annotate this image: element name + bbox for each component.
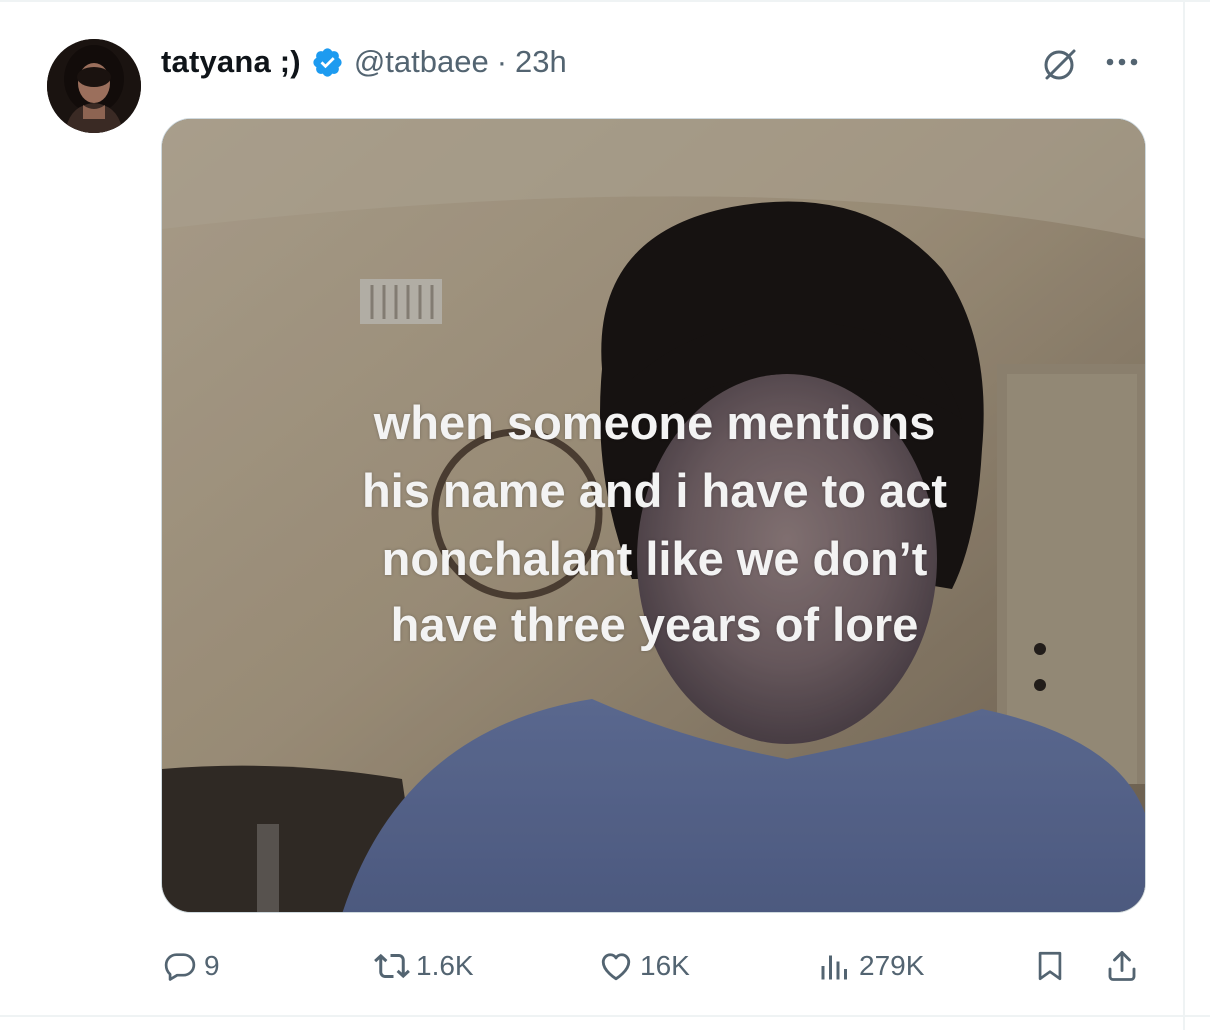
like-button[interactable]: 16K — [596, 942, 690, 990]
grok-icon[interactable] — [1038, 42, 1082, 86]
tweet-media[interactable]: when someone mentions his name and i hav… — [161, 118, 1146, 913]
reply-count: 9 — [204, 950, 220, 981]
like-icon — [596, 946, 636, 986]
divider — [0, 1015, 1210, 1017]
display-name[interactable]: tatyana ;) — [161, 44, 301, 80]
bookmark-button[interactable] — [1030, 942, 1070, 990]
handle[interactable]: @tatbaee — [354, 44, 489, 80]
media-photo — [162, 119, 1145, 912]
repost-count: 1.6K — [416, 950, 474, 981]
views-count: 279K — [859, 950, 925, 981]
reply-button[interactable]: 9 — [160, 942, 220, 990]
tweet-header: tatyana ;) @tatbaee · 23h — [161, 38, 567, 86]
reply-icon — [160, 946, 200, 986]
separator-dot: · — [496, 44, 508, 79]
more-icon[interactable] — [1100, 42, 1144, 82]
verified-badge-icon — [311, 46, 344, 79]
timestamp[interactable]: 23h — [515, 44, 567, 80]
bookmark-icon — [1030, 946, 1070, 986]
views-button[interactable]: 279K — [815, 942, 924, 990]
views-icon — [815, 946, 855, 986]
like-count: 16K — [640, 950, 690, 981]
divider — [1183, 0, 1185, 1030]
share-icon — [1102, 946, 1142, 986]
avatar-image — [47, 39, 141, 133]
avatar[interactable] — [47, 39, 141, 133]
share-button[interactable] — [1102, 942, 1142, 990]
repost-icon — [372, 946, 412, 986]
repost-button[interactable]: 1.6K — [372, 942, 474, 990]
